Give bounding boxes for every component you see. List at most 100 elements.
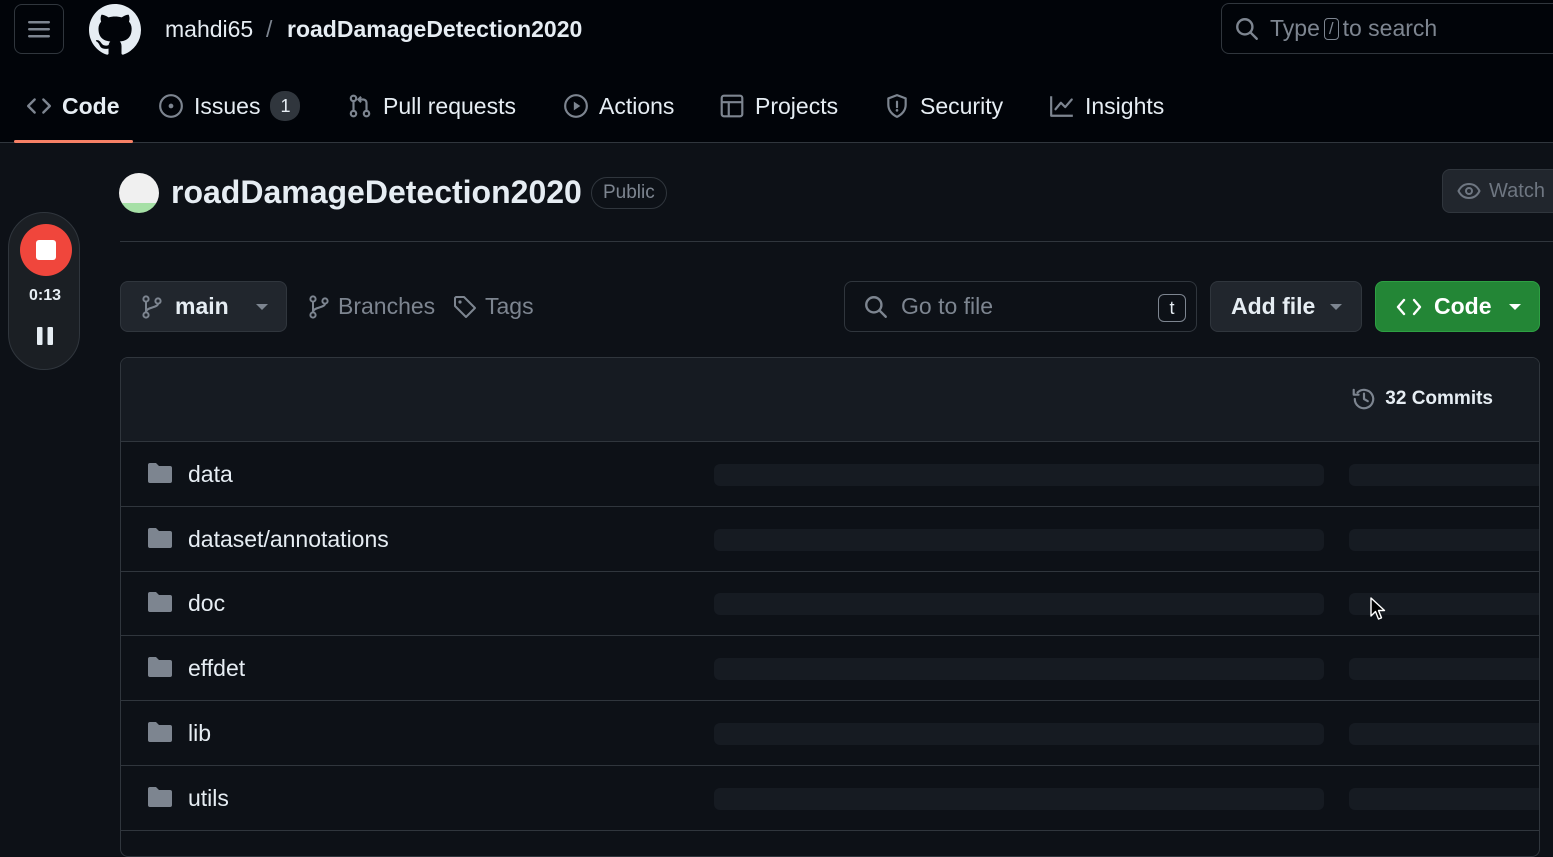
global-search-input[interactable]: Type / to search xyxy=(1221,3,1553,54)
repo-title[interactable]: roadDamageDetection2020 xyxy=(171,174,582,211)
branches-link[interactable]: Branches xyxy=(308,293,435,320)
watch-label: Watch xyxy=(1489,179,1545,202)
commit-message-placeholder xyxy=(714,464,1324,486)
hamburger-icon xyxy=(28,21,50,38)
tab-issues[interactable]: Issues 1 xyxy=(158,80,301,132)
tab-projects[interactable]: Projects xyxy=(719,80,838,132)
active-tab-underline xyxy=(14,140,133,143)
shield-icon xyxy=(887,94,907,118)
folder-icon xyxy=(148,592,172,612)
branch-name: main xyxy=(175,293,229,319)
go-to-file-input[interactable]: Go to file t xyxy=(844,281,1197,332)
graph-icon xyxy=(1050,96,1073,117)
search-icon xyxy=(865,295,887,318)
code-button[interactable]: Code xyxy=(1375,281,1540,332)
tab-security[interactable]: Security xyxy=(884,80,1003,132)
history-icon xyxy=(1352,388,1375,410)
go-to-file-shortcut-key: t xyxy=(1158,294,1186,322)
file-name[interactable]: utils xyxy=(188,785,229,812)
tags-label: Tags xyxy=(485,293,534,319)
stop-recording-button[interactable] xyxy=(20,224,72,276)
breadcrumb-owner[interactable]: mahdi65 xyxy=(165,15,253,43)
code-icon xyxy=(26,98,52,114)
git-branch-icon xyxy=(309,294,329,319)
search-placeholder-suffix: to search xyxy=(1342,15,1438,41)
issue-icon xyxy=(159,94,183,118)
file-row[interactable]: dataset/annotations xyxy=(121,507,1539,572)
commits-count: 32 Commits xyxy=(1385,388,1493,409)
add-file-label: Add file xyxy=(1231,293,1316,319)
mouse-pointer-icon xyxy=(1370,597,1386,620)
search-shortcut-key: / xyxy=(1323,17,1339,40)
caret-down-icon xyxy=(255,303,268,310)
file-row[interactable]: effdet xyxy=(121,636,1539,701)
tab-code[interactable]: Code xyxy=(26,80,120,132)
tab-label: Pull requests xyxy=(383,92,516,119)
folder-icon xyxy=(148,722,172,742)
github-logo-icon[interactable] xyxy=(89,4,141,56)
file-row[interactable]: utils xyxy=(121,766,1539,831)
title-divider xyxy=(120,241,1553,242)
branches-label: Branches xyxy=(338,293,436,319)
commit-message-placeholder xyxy=(714,788,1324,810)
tab-actions[interactable]: Actions xyxy=(563,80,674,132)
commits-link[interactable]: 32 Commits xyxy=(1351,386,1493,412)
file-name[interactable]: effdet xyxy=(188,655,245,682)
issues-count-badge: 1 xyxy=(270,91,301,121)
recording-timer: 0:13 xyxy=(28,287,62,304)
folder-icon xyxy=(148,787,172,807)
code-icon xyxy=(1396,298,1422,315)
tab-pull-requests[interactable]: Pull requests xyxy=(347,80,516,132)
file-table: 32 Commits data dataset/annotations doc … xyxy=(120,357,1540,857)
file-row[interactable]: data xyxy=(121,442,1539,507)
file-name[interactable]: lib xyxy=(188,720,211,747)
tab-label: Issues xyxy=(194,92,261,119)
screen-recorder-widget: 0:13 xyxy=(8,212,80,370)
tab-label: Insights xyxy=(1085,92,1165,119)
git-branch-icon xyxy=(142,294,162,319)
file-name[interactable]: data xyxy=(188,461,233,488)
global-header: mahdi65 / roadDamageDetection2020 Type /… xyxy=(0,0,1553,143)
folder-icon xyxy=(148,657,172,677)
folder-icon xyxy=(148,463,172,483)
file-table-header: 32 Commits xyxy=(121,358,1539,442)
branch-selector[interactable]: main xyxy=(120,281,287,332)
commit-message-placeholder xyxy=(714,723,1324,745)
table-icon xyxy=(720,94,744,118)
tag-icon xyxy=(454,295,476,318)
pause-icon[interactable] xyxy=(36,326,54,346)
commit-date-placeholder xyxy=(1349,529,1539,551)
commit-date-placeholder xyxy=(1349,723,1539,745)
tab-label: Security xyxy=(920,92,1004,119)
commit-date-placeholder xyxy=(1349,658,1539,680)
commit-message-placeholder xyxy=(714,658,1324,680)
breadcrumb-separator: / xyxy=(266,16,273,42)
code-button-label: Code xyxy=(1434,293,1492,319)
tags-link[interactable]: Tags xyxy=(453,293,534,320)
tab-label: Projects xyxy=(755,92,839,119)
tab-label: Actions xyxy=(599,92,675,119)
file-row[interactable]: doc xyxy=(121,571,1539,636)
eye-icon xyxy=(1457,182,1481,200)
pull-request-icon xyxy=(349,94,371,118)
visibility-badge: Public xyxy=(591,177,667,209)
tab-label: Code xyxy=(62,92,120,119)
folder-icon xyxy=(148,528,172,548)
file-name[interactable]: doc xyxy=(188,590,225,617)
file-row[interactable]: lib xyxy=(121,701,1539,766)
go-to-file-placeholder: Go to file xyxy=(901,293,994,319)
caret-down-icon xyxy=(1330,303,1343,310)
watch-button[interactable]: Watch xyxy=(1442,169,1553,213)
add-file-button[interactable]: Add file xyxy=(1210,281,1362,332)
play-icon xyxy=(564,94,588,118)
tab-insights[interactable]: Insights xyxy=(1049,80,1164,132)
search-placeholder-prefix: Type xyxy=(1270,15,1320,41)
breadcrumb-repo[interactable]: roadDamageDetection2020 xyxy=(287,15,582,43)
caret-down-icon xyxy=(1508,303,1521,310)
repo-owner-avatar[interactable] xyxy=(119,173,159,213)
stop-icon xyxy=(36,240,56,260)
file-name[interactable]: dataset/annotations xyxy=(188,526,389,553)
commit-date-placeholder xyxy=(1349,788,1539,810)
menu-button[interactable] xyxy=(14,4,64,54)
commit-date-placeholder xyxy=(1349,464,1539,486)
